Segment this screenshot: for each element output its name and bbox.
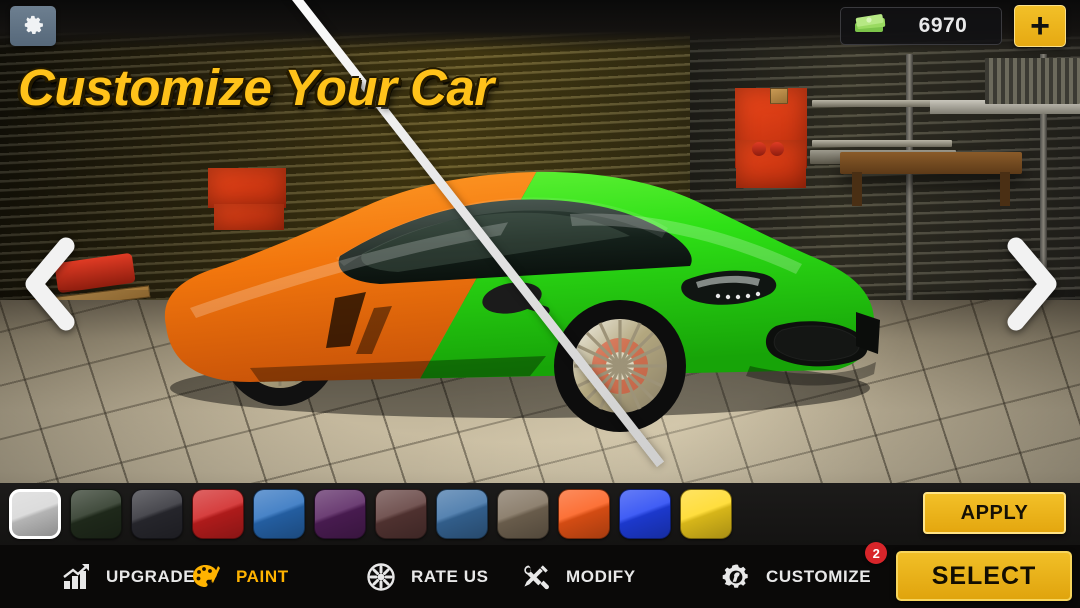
nav-item-customize[interactable]: CUSTOMIZE 2 [720, 542, 888, 608]
color-swatch-dark-green[interactable] [70, 489, 122, 539]
wheel-rim-icon [365, 561, 397, 593]
color-palette [0, 483, 1080, 545]
settings-button[interactable] [10, 6, 56, 46]
currency-display: 6970 [840, 7, 1002, 45]
color-swatch-purple[interactable] [314, 489, 366, 539]
tools-wrench-screwdriver-icon [520, 561, 552, 593]
nav-item-rate-us[interactable]: RATE US [365, 545, 489, 608]
nav-label: RATE US [411, 566, 489, 586]
gear-wrench-icon [720, 561, 752, 593]
nav-item-upgrade[interactable]: UPGRADE [60, 545, 195, 608]
color-swatch-steel-blue[interactable] [436, 489, 488, 539]
top-hud: 6970 + [0, 0, 1080, 52]
game-screen: Customize Your Car 6970 + APPLY UPGRADE … [0, 0, 1080, 608]
next-car-button[interactable] [1000, 236, 1062, 332]
color-swatch-blue[interactable] [253, 489, 305, 539]
color-swatch-khaki-brown[interactable] [497, 489, 549, 539]
currency-amount: 6970 [918, 14, 968, 37]
color-swatch-maroon[interactable] [375, 489, 427, 539]
color-swatch-red[interactable] [192, 489, 244, 539]
apply-button[interactable]: APPLY [923, 492, 1066, 534]
chevron-left-icon [18, 236, 80, 332]
nav-label: PAINT [236, 566, 289, 586]
car-preview[interactable] [130, 130, 890, 450]
money-stack-icon [853, 13, 887, 40]
nav-label: MODIFY [566, 566, 636, 586]
paint-palette-icon [190, 561, 222, 593]
chevron-right-icon [1000, 236, 1062, 332]
color-swatch-royal-blue[interactable] [619, 489, 671, 539]
color-swatch-dark-grey[interactable] [131, 489, 183, 539]
bar-chart-up-icon [60, 561, 92, 593]
color-swatch-white[interactable] [9, 489, 61, 539]
prop-bench-leg-2 [1000, 172, 1010, 206]
previous-car-button[interactable] [18, 236, 80, 332]
page-title: Customize Your Car [18, 59, 494, 116]
color-swatch-orange[interactable] [558, 489, 610, 539]
select-button[interactable]: SELECT [896, 551, 1072, 601]
add-currency-button[interactable]: + [1014, 5, 1066, 47]
nav-item-modify[interactable]: MODIFY [520, 545, 636, 608]
nav-label: UPGRADE [106, 566, 196, 586]
prop-yellow-tin [770, 88, 788, 104]
nav-item-paint[interactable]: PAINT [190, 545, 289, 608]
notification-badge: 2 [865, 542, 888, 564]
color-swatch-yellow[interactable] [680, 489, 732, 539]
nav-label: CUSTOMIZE [766, 566, 872, 586]
prop-toolboard [985, 58, 1080, 104]
gear-icon [21, 12, 45, 41]
prop-rack-post-1 [906, 54, 913, 304]
